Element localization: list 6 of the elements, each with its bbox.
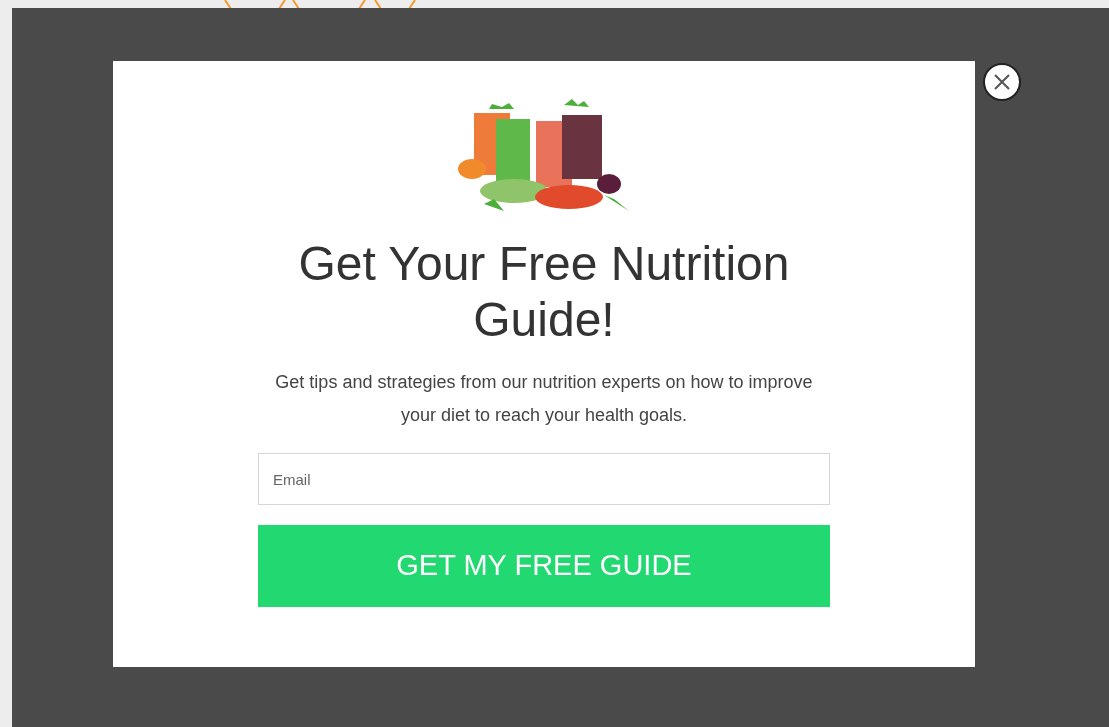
popup-description: Get tips and strategies from our nutrition experts on how to improve your diet to reach your health goals. — [274, 371, 814, 427]
submit-button[interactable]: GET MY FREE GUIDE — [258, 525, 830, 607]
close-icon — [993, 73, 1011, 91]
close-button[interactable] — [983, 63, 1021, 101]
popup-heading: Get Your Free Nutrition Guide! — [297, 236, 791, 348]
email-field[interactable]: Email — [258, 453, 830, 505]
